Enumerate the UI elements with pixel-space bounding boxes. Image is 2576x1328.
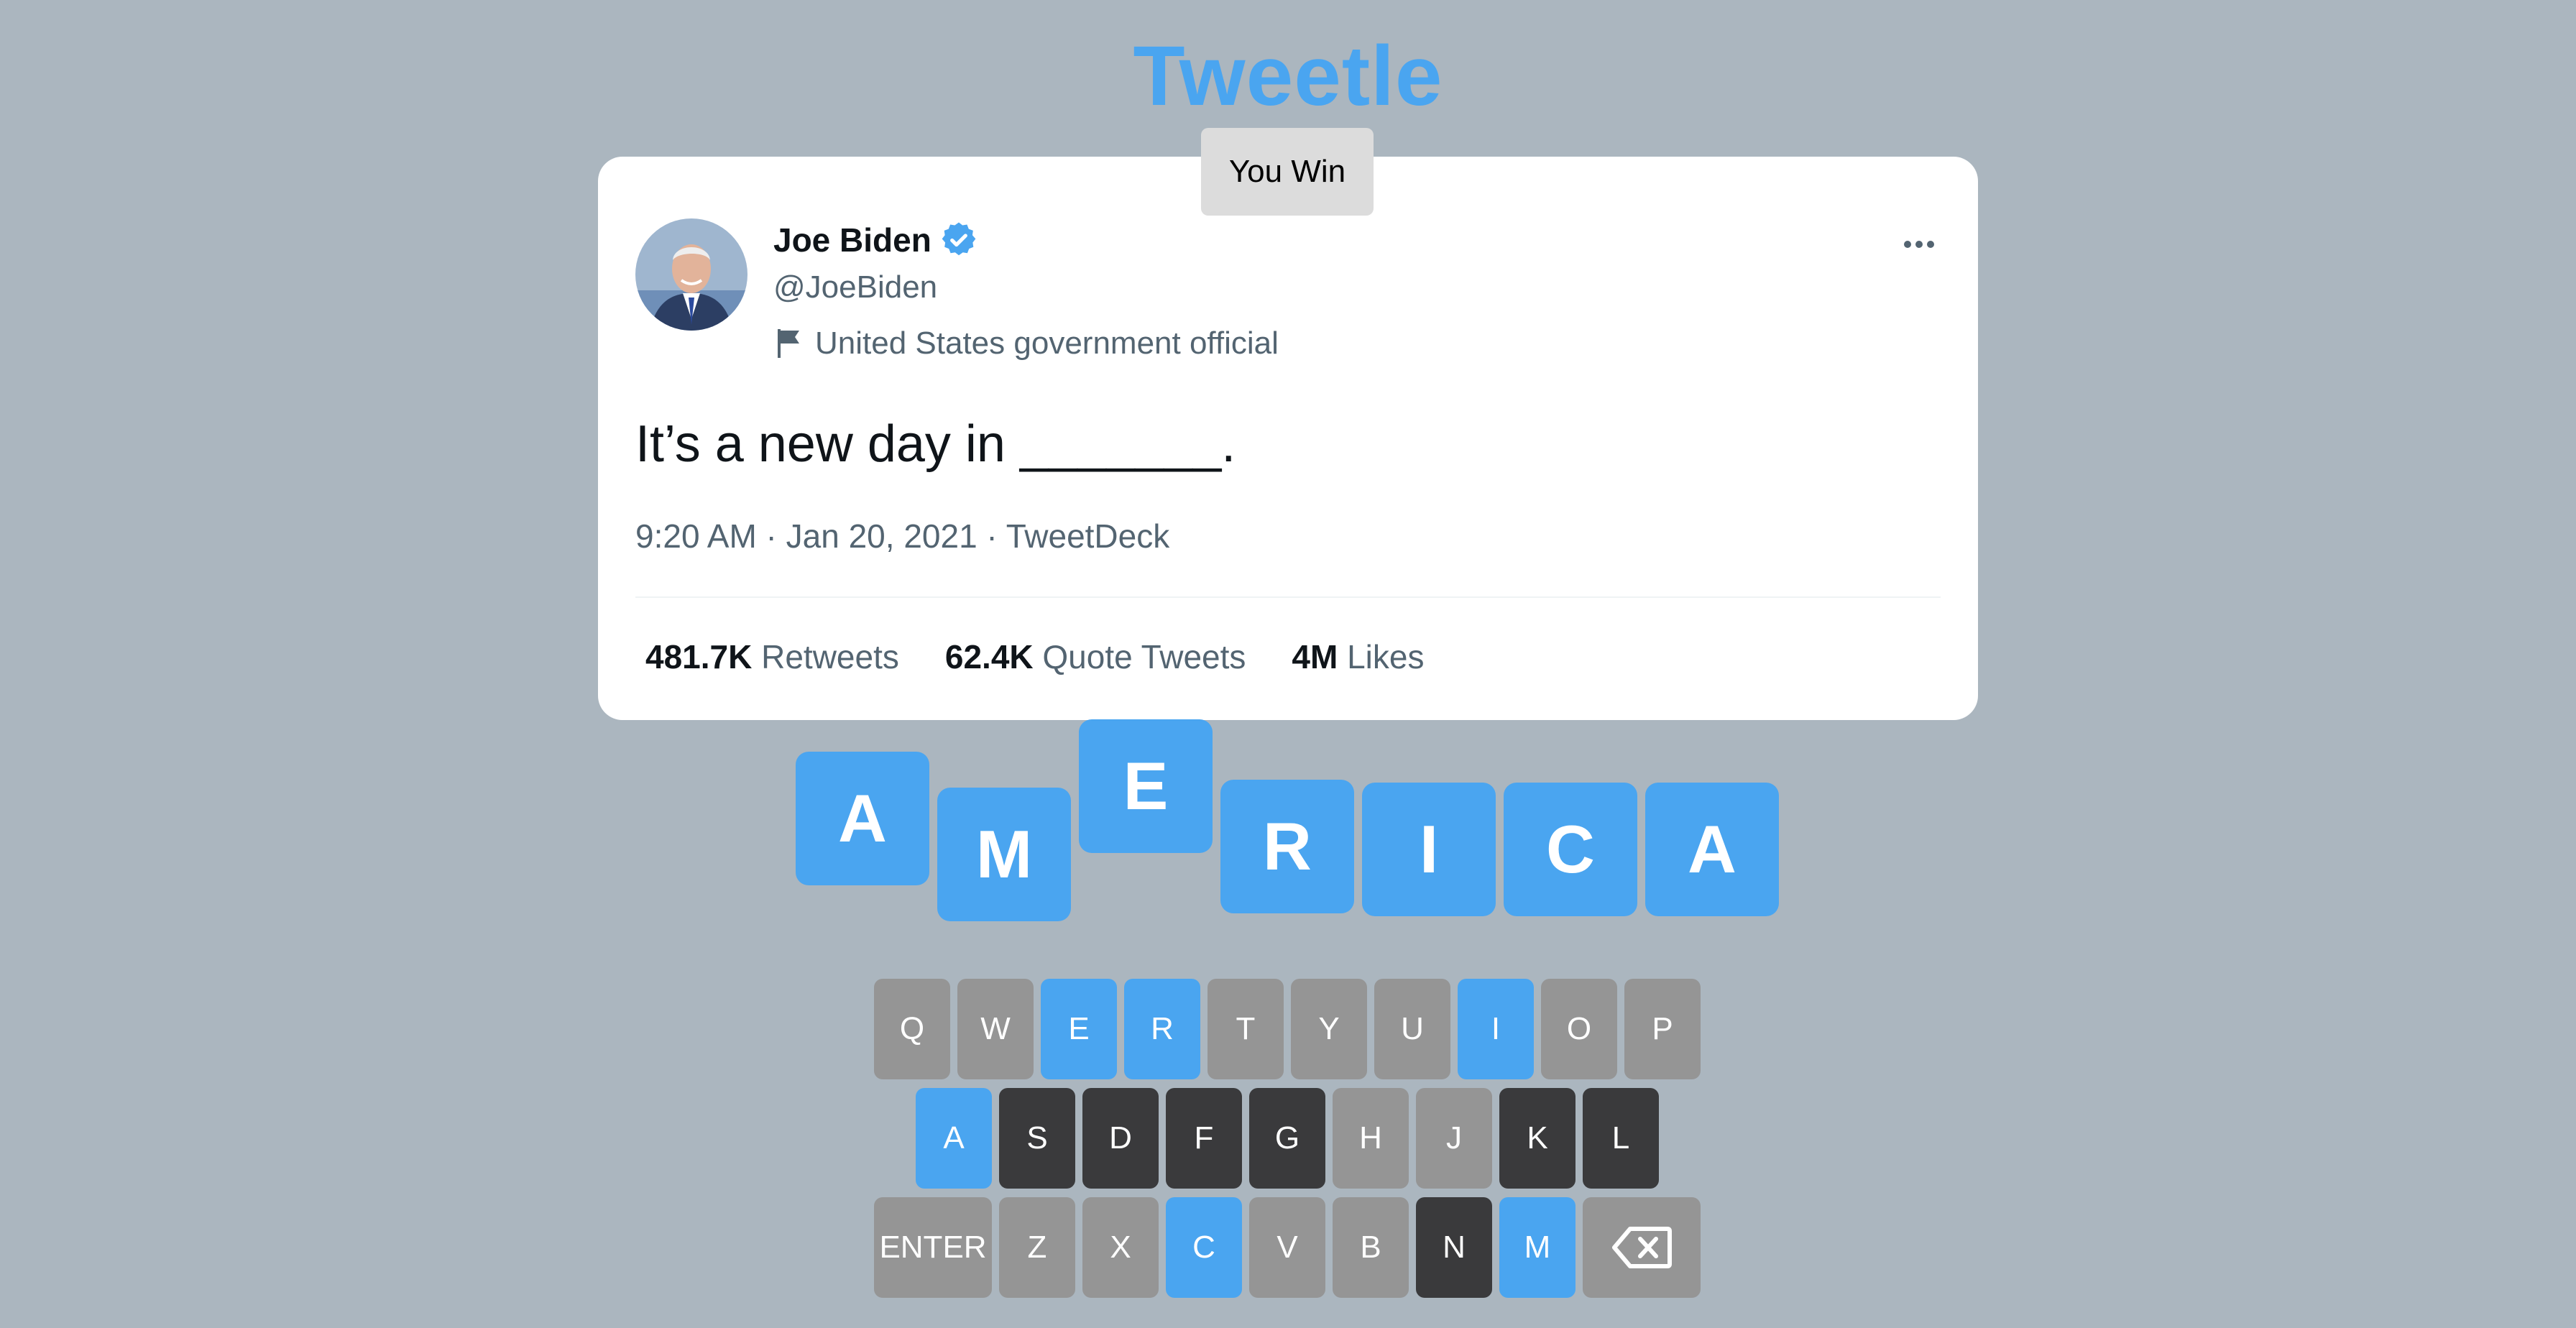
key-a[interactable]: A bbox=[916, 1088, 992, 1189]
government-label: United States government official bbox=[773, 321, 1279, 366]
key-w[interactable]: W bbox=[957, 979, 1034, 1079]
key-y[interactable]: Y bbox=[1291, 979, 1367, 1079]
stat-value: 481.7K bbox=[645, 638, 753, 675]
answer-tile: C bbox=[1504, 783, 1637, 916]
more-options-icon[interactable] bbox=[1898, 223, 1941, 266]
key-i[interactable]: I bbox=[1458, 979, 1534, 1079]
key-h[interactable]: H bbox=[1333, 1088, 1409, 1189]
author-name[interactable]: Joe Biden bbox=[773, 217, 979, 263]
key-x[interactable]: X bbox=[1082, 1197, 1159, 1298]
win-toast: You Win bbox=[1201, 128, 1374, 216]
key-e[interactable]: E bbox=[1041, 979, 1117, 1079]
key-enter[interactable]: ENTER bbox=[874, 1197, 992, 1298]
stat-retweets[interactable]: 481.7K Retweets bbox=[645, 634, 899, 680]
key-d[interactable]: D bbox=[1082, 1088, 1159, 1189]
stat-label: Quote Tweets bbox=[1042, 638, 1246, 675]
divider bbox=[635, 596, 1941, 598]
key-k[interactable]: K bbox=[1499, 1088, 1576, 1189]
key-p[interactable]: P bbox=[1624, 979, 1701, 1079]
app-title: Tweetle bbox=[1133, 29, 1443, 124]
tweet-meta: 9:20 AM · Jan 20, 2021 · TweetDeck bbox=[635, 517, 1170, 555]
key-v[interactable]: V bbox=[1249, 1197, 1325, 1298]
key-t[interactable]: T bbox=[1208, 979, 1284, 1079]
key-b[interactable]: B bbox=[1333, 1197, 1409, 1298]
key-s[interactable]: S bbox=[999, 1088, 1075, 1189]
stat-likes[interactable]: 4M Likes bbox=[1292, 634, 1424, 680]
flag-icon bbox=[778, 329, 799, 358]
key-o[interactable]: O bbox=[1541, 979, 1617, 1079]
key-f[interactable]: F bbox=[1166, 1088, 1242, 1189]
author-handle[interactable]: @JoeBiden bbox=[773, 264, 937, 310]
key-n[interactable]: N bbox=[1416, 1197, 1492, 1298]
stat-value: 62.4K bbox=[944, 638, 1034, 675]
stat-quote-tweets[interactable]: 62.4K Quote Tweets bbox=[945, 634, 1246, 680]
tweet-card: Joe Biden @JoeBiden United States govern… bbox=[598, 157, 1978, 720]
stat-value: 4M bbox=[1292, 638, 1338, 675]
verified-badge-icon bbox=[942, 222, 976, 256]
stat-label: Likes bbox=[1347, 638, 1425, 675]
key-c[interactable]: C bbox=[1166, 1197, 1242, 1298]
tweet-stats: 481.7K Retweets 62.4K Quote Tweets 4M Li… bbox=[645, 634, 1470, 680]
avatar[interactable] bbox=[635, 218, 748, 331]
answer-tile: A bbox=[796, 752, 929, 885]
answer-tile: I bbox=[1362, 783, 1496, 916]
key-q[interactable]: Q bbox=[874, 979, 950, 1079]
answer-tile: A bbox=[1645, 783, 1779, 916]
key-j[interactable]: J bbox=[1416, 1088, 1492, 1189]
key-backspace[interactable] bbox=[1583, 1197, 1701, 1298]
key-z[interactable]: Z bbox=[999, 1197, 1075, 1298]
author-name-text: Joe Biden bbox=[773, 221, 932, 259]
government-label-text: United States government official bbox=[815, 326, 1279, 361]
key-u[interactable]: U bbox=[1374, 979, 1450, 1079]
key-l[interactable]: L bbox=[1583, 1088, 1659, 1189]
backspace-icon bbox=[1612, 1227, 1672, 1268]
key-m[interactable]: M bbox=[1499, 1197, 1576, 1298]
stat-label: Retweets bbox=[761, 638, 899, 675]
answer-tile: R bbox=[1220, 780, 1354, 913]
avatar-image bbox=[635, 218, 748, 331]
key-g[interactable]: G bbox=[1249, 1088, 1325, 1189]
answer-tile: M bbox=[937, 788, 1071, 921]
answer-tile: E bbox=[1079, 719, 1213, 853]
tweet-text: It’s a new day in _______. bbox=[635, 415, 1236, 473]
key-r[interactable]: R bbox=[1124, 979, 1200, 1079]
